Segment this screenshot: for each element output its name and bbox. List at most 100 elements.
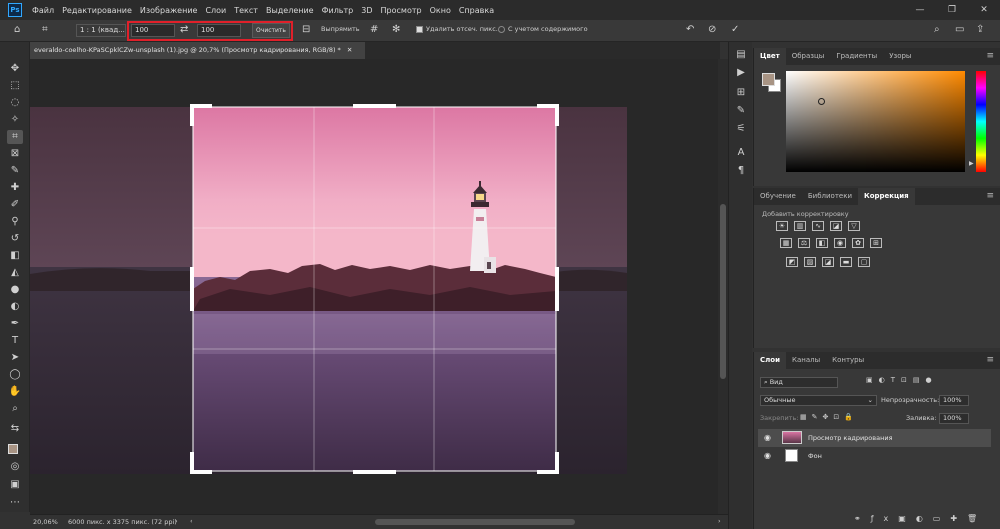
workspace-icon[interactable]: ▭ [955, 24, 964, 36]
photo-filter-icon[interactable]: ◉ [834, 238, 846, 248]
invert-icon[interactable]: ◩ [786, 257, 798, 267]
scroll-right-icon[interactable]: › [718, 517, 721, 525]
vertical-scrollbar[interactable] [718, 59, 728, 514]
maximize-icon[interactable]: ❐ [936, 5, 968, 15]
gradient-tool-icon[interactable]: ◭ [7, 266, 23, 280]
adjust-panel-menu-icon[interactable]: ≡ [986, 188, 1000, 205]
foreground-color-swatch[interactable] [8, 444, 18, 454]
layer-row-crop-preview[interactable]: ◉ Просмотр кадрирования [758, 429, 991, 447]
close-tab-icon[interactable]: ✕ [347, 46, 352, 54]
tab-libraries[interactable]: Библиотеки [802, 188, 858, 205]
edit-toolbar-icon[interactable]: ⋯ [7, 496, 23, 510]
properties-panel-icon[interactable]: ⊞ [734, 86, 748, 100]
panel-foreground-swatch[interactable] [762, 73, 775, 86]
search-icon[interactable]: ⌕ [934, 24, 940, 36]
tab-paths[interactable]: Контуры [826, 352, 870, 369]
hue-saturation-icon[interactable]: ▦ [780, 238, 792, 248]
exposure-icon[interactable]: ◪ [830, 221, 842, 231]
blur-tool-icon[interactable]: ● [7, 283, 23, 297]
frame-tool-icon[interactable]: ⊠ [7, 147, 23, 161]
horizontal-scroll-thumb[interactable] [375, 519, 575, 525]
zoom-tool-icon[interactable]: ⌕ [7, 402, 23, 416]
magic-wand-tool-icon[interactable]: ✧ [7, 113, 23, 127]
threshold-icon[interactable]: ◪ [822, 257, 834, 267]
type-tool-icon[interactable]: T [7, 334, 23, 348]
zoom-level[interactable]: 20,06% [33, 518, 58, 526]
fill-input[interactable]: 100% [939, 413, 969, 424]
home-icon[interactable]: ⌂ [14, 24, 20, 36]
brightness-contrast-icon[interactable]: ☀ [776, 221, 788, 231]
crop-tool-preset-icon[interactable]: ⌗ [42, 24, 48, 36]
content-aware-checkbox[interactable]: С учетом содержимого [498, 25, 588, 33]
eyedropper-tool-icon[interactable]: ✎ [7, 164, 23, 178]
tab-color[interactable]: Цвет [754, 48, 786, 65]
tab-learn[interactable]: Обучение [754, 188, 802, 205]
tab-swatches[interactable]: Образцы [786, 48, 831, 65]
menu-3d[interactable]: 3D [361, 6, 372, 15]
vibrance-icon[interactable]: ▽ [848, 221, 860, 231]
ratio-select[interactable]: 1 : 1 (квад... [76, 24, 126, 37]
eraser-tool-icon[interactable]: ◧ [7, 249, 23, 263]
tab-adjustments[interactable]: Коррекция [858, 188, 915, 205]
commit-crop-icon[interactable]: ✓ [731, 24, 739, 36]
tab-patterns[interactable]: Узоры [883, 48, 917, 65]
hue-slider-handle-icon[interactable]: ▶ [969, 160, 974, 167]
menu-filter[interactable]: Фильтр [322, 6, 354, 15]
actions-panel-icon[interactable]: ▶ [734, 66, 748, 80]
layer-action-icons[interactable]: ⚭ƒx▣◐▭✚🗑 [854, 514, 987, 523]
color-balance-icon[interactable]: ⚖ [798, 238, 810, 248]
layer-name[interactable]: Фон [808, 452, 822, 460]
straighten-icon[interactable]: ⊟ [302, 24, 310, 36]
ellipse-tool-icon[interactable]: ◯ [7, 368, 23, 382]
menu-window[interactable]: Окно [430, 6, 451, 15]
canvas-area[interactable] [30, 59, 718, 514]
lasso-tool-icon[interactable]: ◌ [7, 96, 23, 110]
selective-color-icon[interactable]: ▢ [858, 257, 870, 267]
straighten-label[interactable]: Выпрямить [321, 25, 360, 33]
pen-tool-icon[interactable]: ✒ [7, 317, 23, 331]
layer-filter-input[interactable]: ⌕ Вид [760, 377, 838, 388]
menu-edit[interactable]: Редактирование [62, 6, 132, 15]
history-panel-icon[interactable]: ▤ [734, 48, 748, 62]
document-size-info[interactable]: 6000 пикс. x 3375 пикс. (72 ppi) [68, 518, 177, 526]
scroll-left-icon[interactable]: ‹ [190, 517, 193, 525]
close-icon[interactable]: ✕ [968, 5, 1000, 15]
menu-image[interactable]: Изображение [140, 6, 198, 15]
document-tab[interactable]: everaldo-coelho-KPaSCpklCZw-unsplash (1)… [30, 42, 365, 59]
channel-mixer-icon[interactable]: ✿ [852, 238, 864, 248]
tab-layers[interactable]: Слои [754, 352, 786, 369]
character-panel-icon[interactable]: A [734, 146, 748, 160]
crop-preview-canvas[interactable] [30, 59, 718, 514]
quick-mask-icon[interactable]: ◎ [7, 460, 23, 474]
curves-icon[interactable]: ∿ [812, 221, 824, 231]
blend-mode-select[interactable]: Обычные ⌄ [760, 395, 877, 406]
posterize-icon[interactable]: ▨ [804, 257, 816, 267]
visibility-eye-icon[interactable]: ◉ [764, 451, 771, 460]
settings-gear-icon[interactable]: ✻ [392, 24, 400, 36]
overlay-grid-icon[interactable]: # [370, 24, 378, 36]
menu-type[interactable]: Текст [234, 6, 258, 15]
tab-gradients[interactable]: Градиенты [830, 48, 883, 65]
minimize-icon[interactable]: — [904, 5, 936, 15]
paragraph-panel-icon[interactable]: ¶ [734, 164, 748, 178]
status-arrow-icon[interactable]: › [175, 517, 178, 525]
visibility-eye-icon[interactable]: ◉ [764, 433, 771, 442]
menu-file[interactable]: Файл [32, 6, 54, 15]
menu-help[interactable]: Справка [459, 6, 494, 15]
hand-tool-icon[interactable]: ✋ [7, 385, 23, 399]
layer-row-background[interactable]: ◉ Фон [758, 447, 991, 465]
share-icon[interactable]: ⇪ [976, 24, 984, 36]
move-tool-icon[interactable]: ✥ [7, 62, 23, 76]
vertical-scroll-thumb[interactable] [720, 204, 726, 379]
path-selection-tool-icon[interactable]: ➤ [7, 351, 23, 365]
history-brush-tool-icon[interactable]: ↺ [7, 232, 23, 246]
color-field[interactable] [786, 71, 965, 172]
color-lookup-icon[interactable]: ⊞ [870, 238, 882, 248]
menu-select[interactable]: Выделение [266, 6, 314, 15]
swap-colors-icon[interactable]: ⇆ [7, 422, 23, 436]
levels-icon[interactable]: ▥ [794, 221, 806, 231]
reset-icon[interactable]: ↶ [686, 24, 694, 36]
cancel-crop-icon[interactable]: ⊘ [708, 24, 716, 36]
brushes-panel-icon[interactable]: ✎ [734, 104, 748, 118]
menu-view[interactable]: Просмотр [381, 6, 422, 15]
